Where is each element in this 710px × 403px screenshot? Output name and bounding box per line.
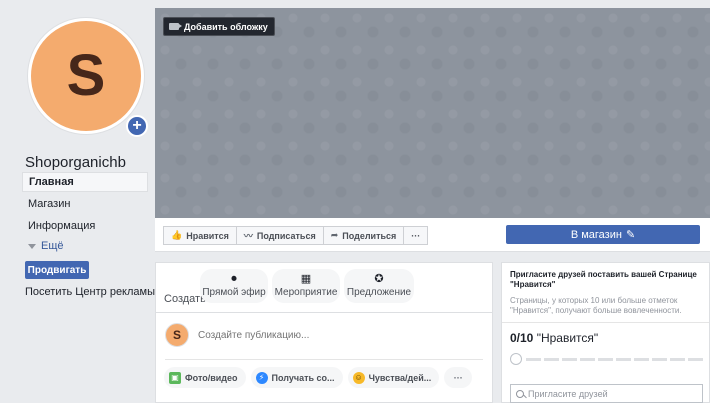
like-label: Нравится	[186, 230, 229, 241]
caret-down-icon	[28, 243, 36, 249]
progress-segment	[544, 358, 559, 361]
like-button[interactable]: 👍 Нравится	[163, 226, 237, 245]
photo-video-chip[interactable]: ▣ Фото/видео	[164, 367, 246, 388]
progress-segment	[580, 358, 595, 361]
photo-label: Фото/видео	[185, 372, 238, 383]
messages-label: Получать со...	[271, 372, 335, 383]
progress-segment	[616, 358, 631, 361]
avatar: S	[165, 323, 189, 347]
progress-indicator	[510, 353, 522, 365]
more-actions-label: ···	[411, 230, 421, 241]
share-button[interactable]: ➦ Поделиться	[322, 226, 405, 245]
get-messages-chip[interactable]: ⚡ Получать со...	[250, 367, 343, 388]
avatar-letter: S	[66, 43, 106, 108]
composer-more-label: ···	[453, 372, 463, 383]
event-button[interactable]: ▦ Мероприятие	[272, 269, 340, 303]
action-button-group: 👍 Нравится 〰 Подписаться ➦ Поделиться ··…	[163, 226, 429, 245]
likes-count: 0/10 "Нравится"	[510, 331, 598, 345]
more-actions-button[interactable]: ···	[403, 226, 429, 245]
invite-search-field[interactable]: Пригласите друзей	[510, 384, 703, 403]
ads-center-link[interactable]: Посетить Центр рекламы	[25, 286, 155, 298]
calendar-icon: ▦	[300, 273, 312, 285]
live-label: Прямой эфир	[202, 287, 266, 298]
nav-item-info[interactable]: Информация	[22, 216, 148, 236]
composer-divider	[165, 359, 483, 360]
promote-button[interactable]: Продвигать	[25, 261, 89, 279]
likes-progress	[510, 353, 703, 365]
page-action-bar: 👍 Нравится 〰 Подписаться ➦ Поделиться ··…	[155, 218, 710, 252]
search-icon	[516, 389, 524, 398]
offer-tag-icon: ✪	[374, 273, 384, 285]
progress-segment	[598, 358, 613, 361]
follow-button[interactable]: 〰 Подписаться	[235, 226, 324, 245]
rss-icon: 〰	[243, 231, 253, 241]
progress-segment	[670, 358, 685, 361]
composer-type-row: Создать ⏺ Прямой эфир ▦ Мероприятие ✪ Пр…	[156, 263, 492, 313]
pencil-icon: ✎	[625, 229, 636, 241]
feeling-label: Чувства/дей...	[368, 372, 432, 383]
photo-icon: ▣	[169, 371, 181, 384]
likes-count-value: 0/10	[510, 331, 534, 345]
composer-more-button[interactable]: ···	[444, 367, 473, 388]
messenger-icon: ⚡	[255, 371, 268, 384]
event-label: Мероприятие	[274, 287, 338, 298]
live-video-button[interactable]: ⏺ Прямой эфир	[200, 269, 268, 303]
add-cover-label: Добавить обложку	[184, 21, 268, 32]
feeling-chip[interactable]: ☺ Чувства/дей...	[347, 367, 440, 388]
invite-title: Пригласите друзей поставить вашей Страни…	[510, 270, 697, 289]
thumbs-up-icon: 👍	[171, 230, 183, 240]
page-nav: Главная Магазин Информация Ещё	[22, 172, 148, 254]
page-title[interactable]: Shoporganichb	[25, 154, 126, 171]
add-photo-icon[interactable]: +	[126, 115, 148, 137]
invite-divider	[502, 322, 709, 323]
progress-segment	[652, 358, 667, 361]
invite-description: Страницы, у которых 10 или больше отмето…	[510, 296, 682, 315]
nav-more-link[interactable]: Ещё	[22, 238, 148, 254]
post-input[interactable]	[198, 325, 478, 345]
left-column: S + Shoporganichb Главная Магазин Информ…	[8, 8, 156, 403]
shop-button[interactable]: В магазин ✎	[506, 225, 700, 244]
shop-label: В магазин	[570, 228, 622, 241]
page-avatar[interactable]: S	[28, 18, 144, 134]
nav-more-label: Ещё	[41, 240, 64, 252]
offer-label: Предложение	[346, 287, 412, 298]
follow-label: Подписаться	[256, 230, 316, 241]
progress-segment	[526, 358, 541, 361]
share-label: Поделиться	[342, 230, 397, 241]
offer-button[interactable]: ✪ Предложение	[344, 269, 414, 303]
smiley-icon: ☺	[352, 371, 365, 384]
nav-item-shop[interactable]: Магазин	[22, 194, 148, 214]
progress-segment	[634, 358, 649, 361]
live-camera-icon: ⏺	[231, 273, 237, 285]
cover-photo: Добавить обложку	[155, 8, 710, 218]
invite-search-placeholder: Пригласите друзей	[528, 388, 608, 399]
likes-count-suffix: "Нравится"	[536, 331, 599, 345]
invite-friends-panel: Пригласите друзей поставить вашей Страни…	[501, 262, 710, 403]
nav-item-home[interactable]: Главная	[22, 172, 148, 192]
post-composer: Создать ⏺ Прямой эфир ▦ Мероприятие ✪ Пр…	[155, 262, 493, 403]
add-cover-button[interactable]: Добавить обложку	[163, 17, 275, 36]
progress-segment	[562, 358, 577, 361]
composer-chips: ▣ Фото/видео ⚡ Получать со... ☺ Чувства/…	[164, 367, 473, 388]
share-arrow-icon: ➦	[330, 230, 339, 240]
progress-segment	[688, 358, 703, 361]
video-camera-icon	[169, 23, 182, 30]
composer-input-row: S	[156, 315, 492, 355]
